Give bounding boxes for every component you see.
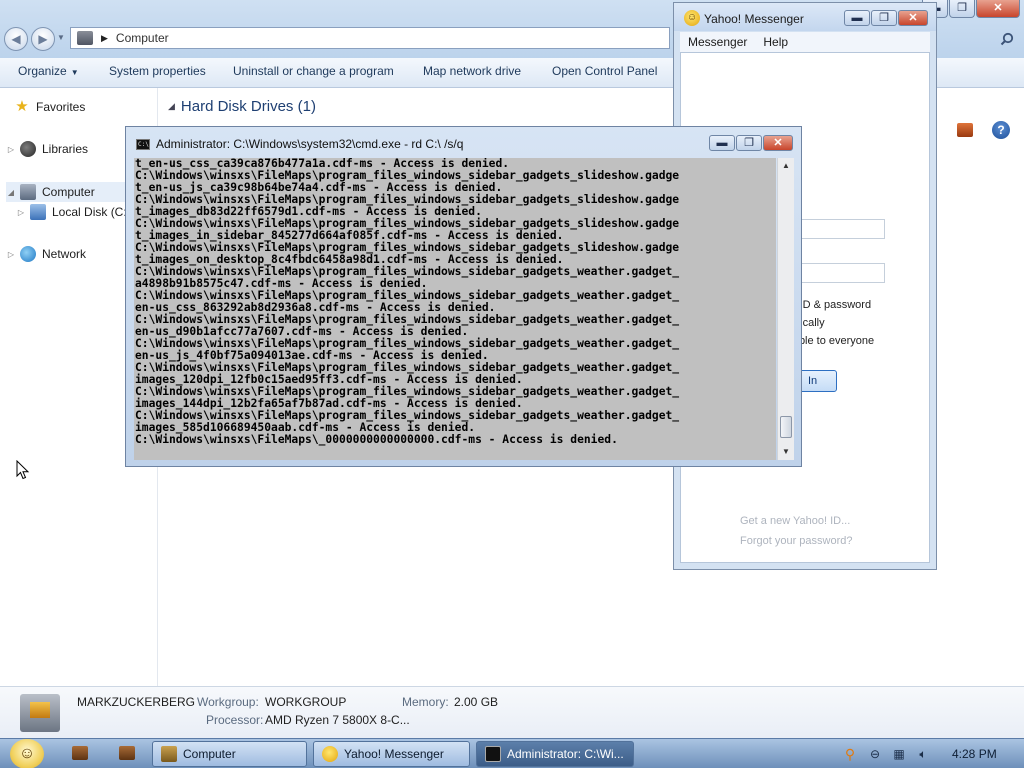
command-prompt-window: C:\ Administrator: C:\Windows\system32\c… <box>125 126 802 467</box>
star-icon: ★ <box>15 98 29 115</box>
menu-help[interactable]: Help <box>763 35 788 49</box>
forgot-password-link[interactable]: Forgot your password? <box>740 535 853 547</box>
yahoo-window-controls: ▬ ❐ ✕ <box>843 10 928 26</box>
search-icon[interactable]: ⚲ <box>842 746 858 762</box>
scroll-up-icon[interactable]: ▲ <box>778 158 794 174</box>
details-pane: MARKZUCKERBERG Workgroup: WORKGROUP Memo… <box>0 686 1024 738</box>
cmd-icon: C:\ <box>136 139 150 150</box>
uninstall-program-button[interactable]: Uninstall or change a program <box>233 64 394 78</box>
network-icon <box>20 246 36 262</box>
nav-item-label: Local Disk (C:) <box>52 205 131 219</box>
expand-arrow-icon[interactable]: ▷ <box>6 250 16 259</box>
taskbar-item-label: Administrator: C:\Wi... <box>507 747 624 761</box>
computer-icon <box>77 31 93 45</box>
processor-value: AMD Ryzen 7 5800X 8-C... <box>265 713 410 727</box>
breadcrumb-separator-icon[interactable]: ▶ <box>101 33 108 44</box>
workgroup-label: Workgroup: <box>197 695 259 709</box>
cmd-minimize-button[interactable]: ▬ <box>709 135 735 151</box>
system-properties-button[interactable]: System properties <box>109 64 206 78</box>
back-icon[interactable]: ◀ <box>4 27 28 51</box>
organize-button[interactable]: Organize ▼ <box>18 64 79 78</box>
start-button[interactable]: ☺ <box>10 739 44 768</box>
taskbar: ☺ Computer Yahoo! Messenger Administrato… <box>0 738 1024 768</box>
yahoo-smiley-icon: ☺ <box>684 10 700 26</box>
yahoo-window-title: Yahoo! Messenger <box>704 12 804 26</box>
yahoo-restore-button[interactable]: ❐ <box>871 10 897 26</box>
forward-icon[interactable]: ▶ <box>31 27 55 51</box>
console-scrollbar[interactable]: ▲ ▼ <box>777 158 794 460</box>
map-network-drive-button[interactable]: Map network drive <box>423 64 521 78</box>
computer-icon <box>20 694 60 732</box>
expand-arrow-icon[interactable]: ▷ <box>6 145 16 154</box>
nav-item-local-disk[interactable]: ▷ Local Disk (C:) <box>16 204 131 220</box>
nav-item-label: Libraries <box>42 142 89 156</box>
memory-value: 2.00 GB <box>454 695 499 709</box>
folder-icon <box>161 746 177 762</box>
libraries-icon <box>20 141 36 157</box>
chevron-down-icon: ▼ <box>70 68 79 77</box>
network-icon[interactable]: ▦ <box>891 746 907 762</box>
change-view-icon[interactable] <box>957 123 973 137</box>
clock[interactable]: 4:28 PM <box>952 747 997 761</box>
cmd-close-button[interactable]: ✕ <box>763 135 793 151</box>
computer-name: MARKZUCKERBERG <box>77 695 196 709</box>
workgroup-value: WORKGROUP <box>265 695 347 709</box>
yahoo-smiley-icon <box>322 746 338 762</box>
nav-item-favorites[interactable]: ★ Favorites <box>14 99 85 115</box>
local-disk-icon <box>30 204 46 220</box>
explorer-restore-button[interactable]: ❐ <box>949 0 975 18</box>
organize-label: Organize <box>18 64 67 78</box>
yahoo-menu-bar: Messenger Help <box>680 32 930 52</box>
address-bar[interactable]: ▶ Computer <box>70 27 670 49</box>
volume-icon[interactable]: 🔈︎ <box>915 746 931 762</box>
collapse-group-icon[interactable]: ◢ <box>168 101 175 112</box>
remember-id-password-option[interactable]: y ID & password <box>791 299 871 311</box>
address-location[interactable]: Computer <box>116 31 169 45</box>
sign-in-label: In <box>808 375 818 387</box>
group-header-hard-disk-drives[interactable]: ◢ Hard Disk Drives (1) <box>168 98 316 115</box>
quick-launch-tool-icon[interactable] <box>119 746 135 760</box>
scrollbar-thumb[interactable] <box>780 416 792 438</box>
nav-item-label: Network <box>42 247 87 261</box>
processor-label: Processor: <box>206 713 264 727</box>
cmd-title-bar[interactable]: C:\ Administrator: C:\Windows\system32\c… <box>126 127 801 157</box>
menu-messenger[interactable]: Messenger <box>688 35 747 49</box>
expand-arrow-icon[interactable]: ▷ <box>16 208 26 217</box>
collapse-arrow-icon[interactable]: ◢ <box>6 188 16 197</box>
get-new-id-link[interactable]: Get a new Yahoo! ID... <box>740 515 850 527</box>
nav-item-network[interactable]: ▷ Network <box>6 246 86 262</box>
explorer-close-button[interactable]: ✕ <box>976 0 1020 18</box>
visible-to-everyone-option[interactable]: sible to everyone <box>791 335 874 347</box>
taskbar-item-yahoo-messenger[interactable]: Yahoo! Messenger <box>313 741 470 767</box>
nav-item-libraries[interactable]: ▷ Libraries <box>6 141 88 157</box>
taskbar-item-label: Yahoo! Messenger <box>344 747 444 761</box>
cmd-icon <box>485 746 501 762</box>
search-icon[interactable] <box>998 30 1016 48</box>
scroll-down-icon[interactable]: ▼ <box>778 444 794 460</box>
nav-item-label: Computer <box>42 185 95 199</box>
tray-circle-icon[interactable]: ⊖ <box>867 746 883 762</box>
console-line: C:\Windows\winsxs\FileMaps\_000000000000… <box>135 433 618 446</box>
help-icon[interactable]: ? <box>992 121 1010 139</box>
cmd-window-title: Administrator: C:\Windows\system32\cmd.e… <box>156 137 464 151</box>
taskbar-item-computer[interactable]: Computer <box>152 741 307 767</box>
quick-launch-explorer-icon[interactable] <box>72 746 88 760</box>
taskbar-item-cmd[interactable]: Administrator: C:\Wi... <box>476 741 634 767</box>
taskbar-item-label: Computer <box>183 747 236 761</box>
yahoo-minimize-button[interactable]: ▬ <box>844 10 870 26</box>
cmd-restore-button[interactable]: ❐ <box>736 135 762 151</box>
computer-icon <box>20 184 36 200</box>
console-output[interactable]: t_en-us_css_ca39ca876b477a1a.cdf-ms - Ac… <box>134 158 776 460</box>
smiley-icon: ☺ <box>18 745 36 762</box>
yahoo-close-button[interactable]: ✕ <box>898 10 928 26</box>
memory-label: Memory: <box>402 695 449 709</box>
nav-item-label: Favorites <box>36 100 86 114</box>
group-header-label: Hard Disk Drives (1) <box>180 98 316 115</box>
recent-pages-dropdown-icon[interactable]: ▼ <box>57 33 65 42</box>
open-control-panel-button[interactable]: Open Control Panel <box>552 64 657 78</box>
cmd-window-controls: ▬ ❐ ✕ <box>708 135 793 151</box>
yahoo-title-bar[interactable]: ☺ Yahoo! Messenger ▬ ❐ ✕ <box>674 3 936 31</box>
